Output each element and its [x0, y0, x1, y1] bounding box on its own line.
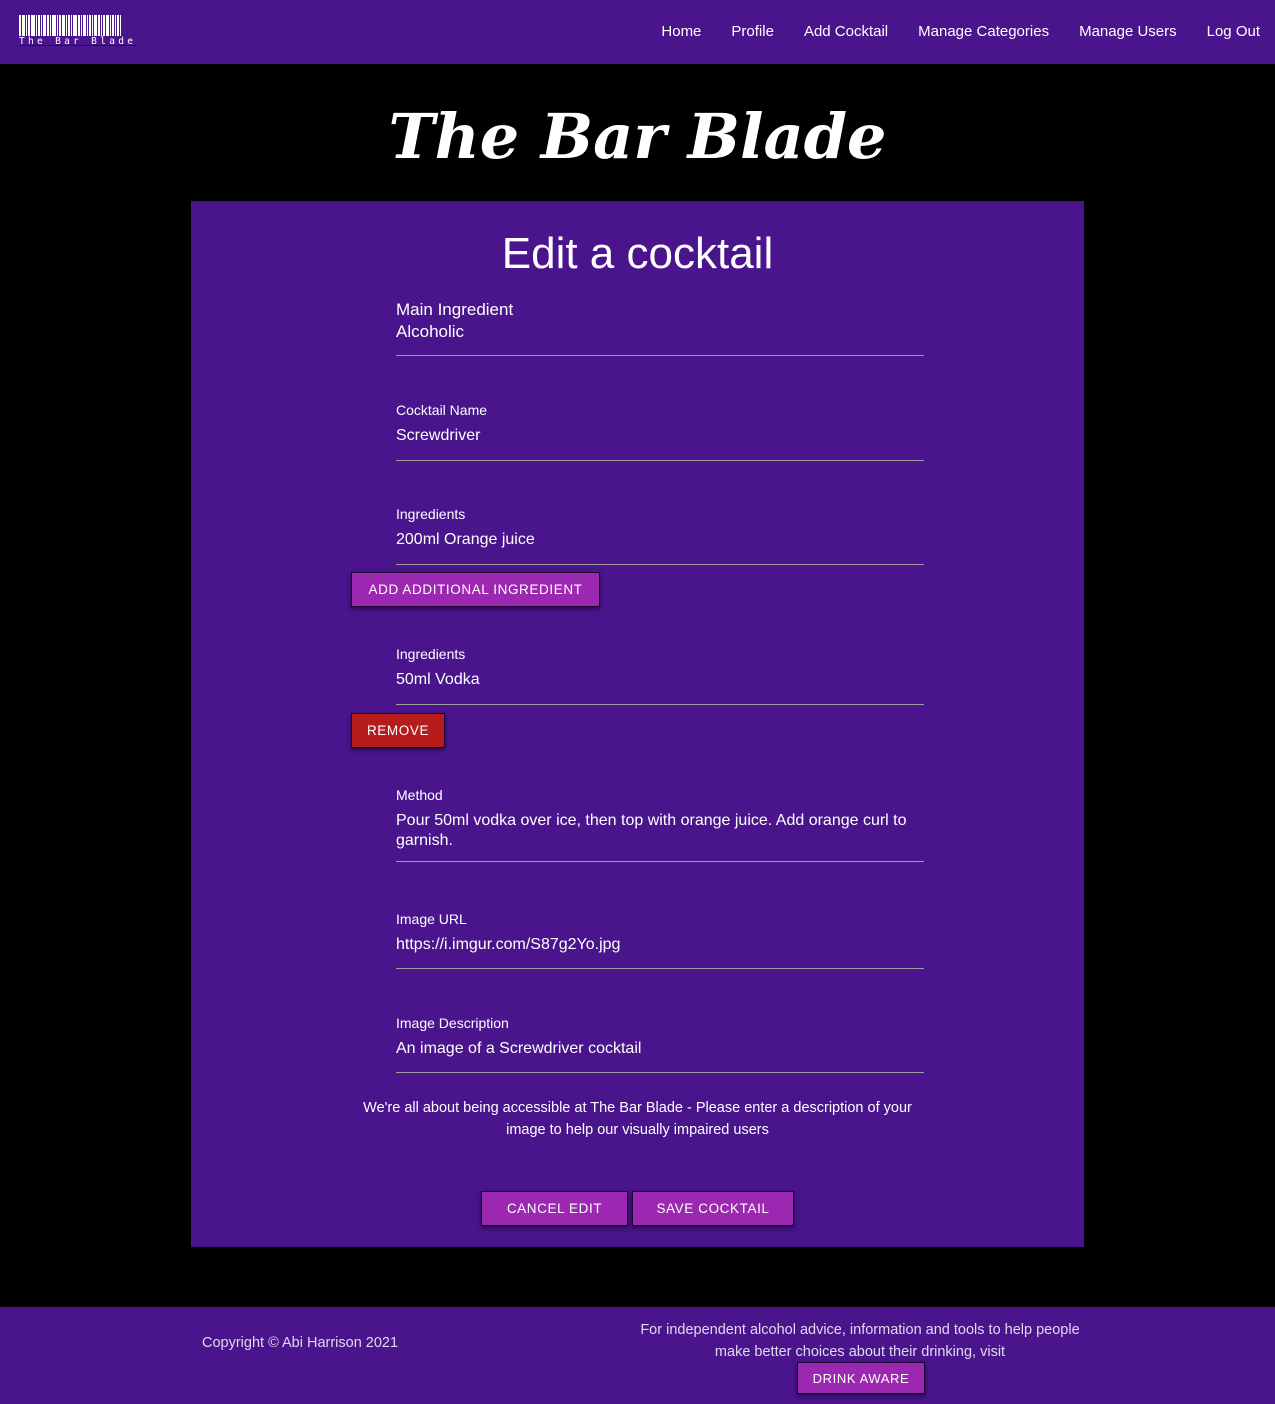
brand-text: The Bar Blade	[19, 36, 137, 47]
main-ingredient-select[interactable]: Main Ingredient Alcoholic	[396, 300, 924, 356]
method-value: Pour 50ml vodka over ice, then top with …	[396, 812, 907, 849]
nav-link-manage-categories[interactable]: Manage Categories	[903, 0, 1064, 64]
nav-link-profile[interactable]: Profile	[716, 0, 789, 64]
nav-link-add-cocktail[interactable]: Add Cocktail	[789, 0, 903, 64]
ingredient-field-2[interactable]: Ingredients 50ml Vodka	[396, 646, 924, 705]
field-underline	[396, 564, 924, 565]
main-ingredient-value: Alcoholic	[396, 322, 465, 341]
method-field[interactable]: Method Pour 50ml vodka over ice, then to…	[396, 787, 924, 862]
save-cocktail-button[interactable]: Save Cocktail	[632, 1191, 794, 1226]
nav-link-manage-users[interactable]: Manage Users	[1064, 0, 1192, 64]
brand-logo[interactable]: The Bar Blade	[19, 15, 155, 47]
field-underline	[396, 460, 924, 461]
field-underline	[396, 704, 924, 705]
main-ingredient-label: Main Ingredient	[396, 300, 514, 319]
cancel-edit-button[interactable]: Cancel Edit	[481, 1191, 628, 1226]
edit-cocktail-form: Edit a cocktail Main Ingredient Alcoholi…	[191, 201, 1084, 1247]
barcode-icon	[19, 15, 155, 36]
accessibility-note: We're all about being accessible at The …	[363, 1100, 912, 1138]
ingredient-1-value: 200ml Orange juice	[396, 531, 535, 548]
ingredient-field-1[interactable]: Ingredients 200ml Orange juice	[396, 506, 924, 565]
navbar: The Bar Blade Home Profile Add Cocktail …	[0, 0, 1275, 64]
image-description-value: An image of a Screwdriver cocktail	[396, 1040, 642, 1057]
method-label: Method	[396, 787, 443, 803]
nav-links: Home Profile Add Cocktail Manage Categor…	[646, 0, 1275, 64]
field-underline	[396, 355, 924, 356]
field-underline	[396, 968, 924, 969]
ingredient-1-label: Ingredients	[396, 506, 466, 522]
cocktail-name-field[interactable]: Cocktail Name Screwdriver	[396, 402, 924, 461]
add-ingredient-button[interactable]: Add additional ingredient	[351, 572, 600, 607]
image-url-value: https://i.imgur.com/S87g2Yo.jpg	[396, 936, 621, 953]
nav-link-home[interactable]: Home	[646, 0, 716, 64]
nav-link-log-out[interactable]: Log Out	[1192, 0, 1275, 64]
image-url-label: Image URL	[396, 911, 467, 927]
copyright-text: Copyright © Abi Harrison 2021	[202, 1335, 399, 1351]
image-description-field[interactable]: Image Description An image of a Screwdri…	[396, 1015, 924, 1073]
image-description-label: Image Description	[396, 1015, 509, 1031]
cocktail-name-label: Cocktail Name	[396, 402, 488, 418]
ingredient-2-value: 50ml Vodka	[396, 671, 480, 688]
footer: Copyright © Abi Harrison 2021 For indepe…	[0, 1307, 1275, 1404]
form-title: Edit a cocktail	[501, 229, 774, 278]
field-underline	[396, 861, 924, 862]
drink-aware-button[interactable]: Drink Aware	[797, 1362, 925, 1394]
ingredient-2-label: Ingredients	[396, 646, 466, 662]
field-underline	[396, 1072, 924, 1073]
image-url-field[interactable]: Image URL https://i.imgur.com/S87g2Yo.jp…	[396, 911, 924, 969]
site-title: The Bar Blade	[388, 100, 887, 173]
remove-ingredient-button[interactable]: Remove	[351, 713, 445, 748]
alcohol-advice-text: For independent alcohol advice, informat…	[640, 1322, 1080, 1360]
cocktail-name-value: Screwdriver	[396, 427, 481, 444]
